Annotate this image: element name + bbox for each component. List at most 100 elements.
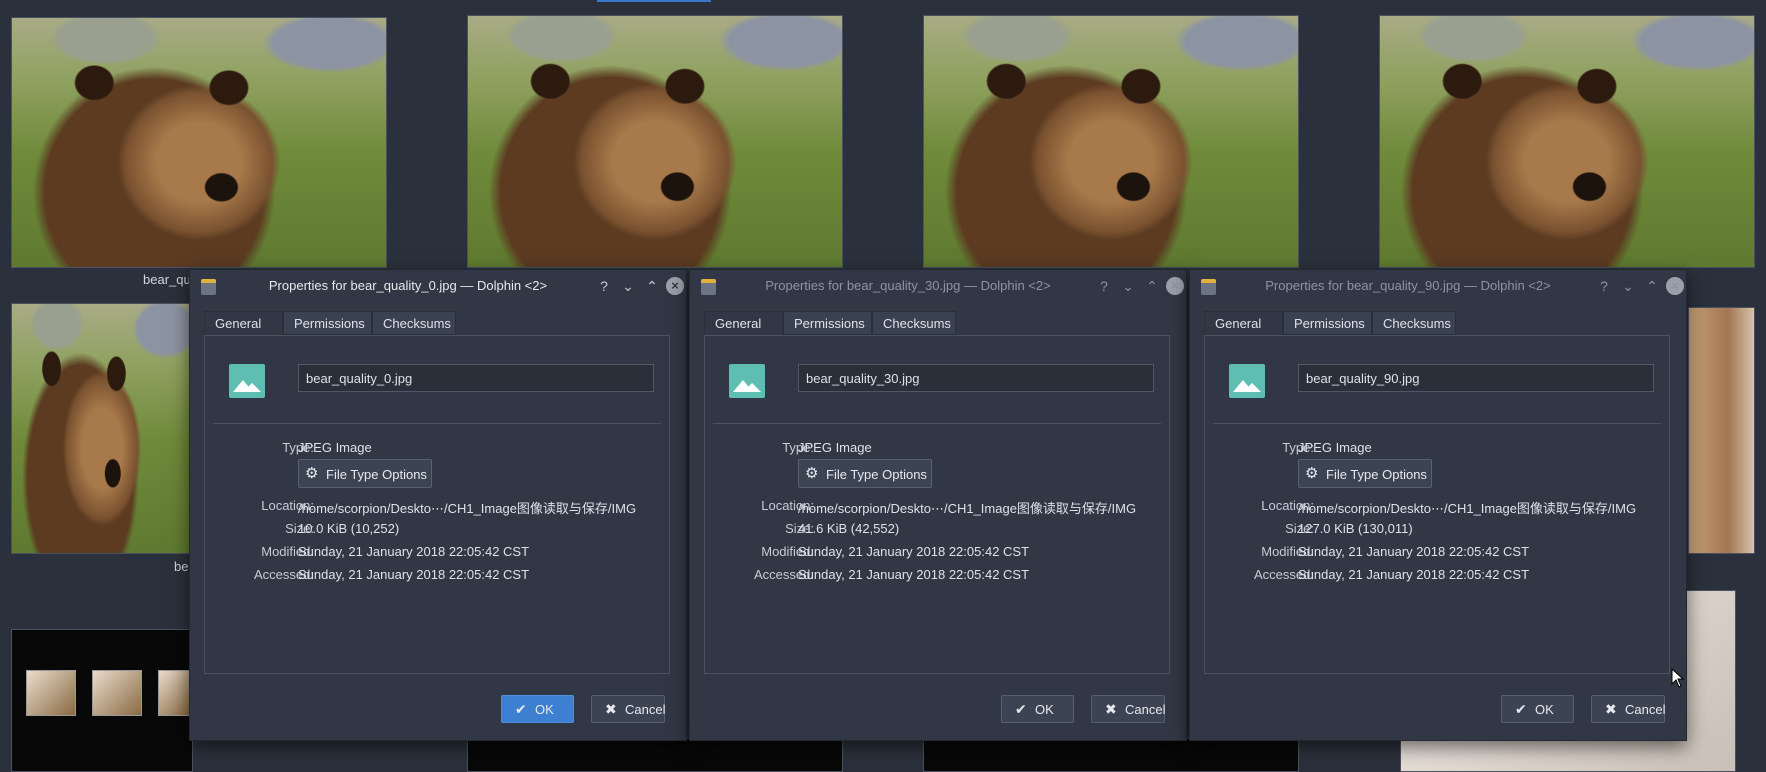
filename-field[interactable] (798, 364, 1154, 392)
file-type-options-button[interactable]: ⚙ File Type Options (798, 459, 932, 488)
window-title: Properties for bear_quality_90.jpg — Dol… (1265, 278, 1551, 293)
filename-field[interactable] (1298, 364, 1654, 392)
ok-label: OK (535, 702, 554, 717)
bear-thumbnail[interactable] (11, 303, 193, 554)
accessed-value: Sunday, 21 January 2018 22:05:42 CST (298, 567, 530, 582)
tab-permissions[interactable]: Permissions (783, 311, 872, 335)
cancel-button[interactable]: ✖ Cancel (591, 695, 665, 723)
window-title: Properties for bear_quality_30.jpg — Dol… (765, 278, 1051, 293)
general-panel: Type: JPEG Image ⚙ File Type Options Loc… (1204, 335, 1670, 674)
divider (1213, 423, 1661, 424)
properties-dialog: Properties for bear_quality_90.jpg — Dol… (1189, 269, 1687, 741)
modified-value: Sunday, 21 January 2018 22:05:42 CST (1298, 544, 1530, 559)
screenshot-thumbnail[interactable] (11, 629, 193, 772)
thumbnail-caption: bear_qu (143, 272, 191, 287)
size-value: 127.0 KiB (130,011) (1298, 521, 1413, 536)
file-type-options-button[interactable]: ⚙ File Type Options (1298, 459, 1432, 488)
mini-image (158, 670, 190, 716)
ok-button[interactable]: ✔ OK (1501, 695, 1574, 723)
filename-field[interactable] (298, 364, 654, 392)
tab-general[interactable]: General (704, 311, 783, 337)
maximize-icon[interactable]: ⌃ (1642, 276, 1662, 296)
tab-permissions[interactable]: Permissions (1283, 311, 1372, 335)
x-icon: ✖ (1105, 701, 1117, 717)
cat-thumbnail[interactable] (1688, 307, 1755, 554)
location-value: /home/scorpion/Deskto⋯/CH1_Image图像读取与保存/… (798, 501, 1137, 516)
image-file-icon (729, 364, 765, 398)
dolphin-app-icon (201, 279, 216, 295)
bear-thumbnail[interactable] (1379, 15, 1755, 268)
file-type-options-label: File Type Options (1326, 467, 1427, 482)
type-value: JPEG Image (798, 440, 872, 455)
image-file-icon (229, 364, 265, 398)
gear-icon: ⚙ (305, 465, 319, 482)
cancel-label: Cancel (1125, 702, 1166, 717)
file-type-options-label: File Type Options (826, 467, 927, 482)
cancel-label: Cancel (1625, 702, 1666, 717)
size-value: 41.6 KiB (42,552) (798, 521, 900, 536)
bear-thumbnail[interactable] (11, 17, 387, 268)
tab-checksums[interactable]: Checksums (1372, 311, 1456, 335)
help-icon[interactable]: ? (1094, 276, 1114, 296)
modified-value: Sunday, 21 January 2018 22:05:42 CST (798, 544, 1030, 559)
screenshot-thumbnail[interactable] (467, 738, 843, 772)
properties-dialog: Properties for bear_quality_0.jpg — Dolp… (189, 269, 687, 741)
general-panel: Type: JPEG Image ⚙ File Type Options Loc… (204, 335, 670, 674)
gear-icon: ⚙ (1305, 465, 1319, 482)
mouse-pointer-icon (1671, 668, 1685, 688)
gear-icon: ⚙ (805, 465, 819, 482)
window-title: Properties for bear_quality_0.jpg — Dolp… (268, 278, 548, 293)
type-value: JPEG Image (1298, 440, 1372, 455)
checkmark-icon: ✔ (515, 701, 527, 717)
divider (213, 423, 661, 424)
title-bar[interactable]: Properties for bear_quality_30.jpg — Dol… (690, 270, 1186, 302)
dolphin-app-icon (701, 279, 716, 295)
tab-checksums[interactable]: Checksums (872, 311, 956, 335)
minimize-icon[interactable]: ⌄ (1618, 276, 1638, 296)
ok-label: OK (1035, 702, 1054, 717)
bear-thumbnail[interactable] (923, 15, 1299, 268)
ok-label: OK (1535, 702, 1554, 717)
ok-button[interactable]: ✔ OK (501, 695, 574, 723)
bear-thumbnail[interactable] (467, 15, 843, 268)
title-bar[interactable]: Properties for bear_quality_90.jpg — Dol… (1190, 270, 1686, 302)
tab-permissions[interactable]: Permissions (283, 311, 372, 335)
file-type-options-label: File Type Options (326, 467, 427, 482)
properties-dialog: Properties for bear_quality_30.jpg — Dol… (689, 269, 1187, 741)
close-icon[interactable]: × (1166, 277, 1184, 295)
x-icon: ✖ (1605, 701, 1617, 717)
close-icon[interactable]: × (666, 277, 684, 295)
size-value: 10.0 KiB (10,252) (298, 521, 400, 536)
cancel-button[interactable]: ✖ Cancel (1591, 695, 1665, 723)
help-icon[interactable]: ? (1594, 276, 1614, 296)
general-panel: Type: JPEG Image ⚙ File Type Options Loc… (704, 335, 1170, 674)
file-type-options-button[interactable]: ⚙ File Type Options (298, 459, 432, 488)
image-file-icon (1229, 364, 1265, 398)
accessed-value: Sunday, 21 January 2018 22:05:42 CST (1298, 567, 1530, 582)
mini-image (92, 670, 142, 716)
dolphin-app-icon (1201, 279, 1216, 295)
mini-image (26, 670, 76, 716)
tab-general[interactable]: General (1204, 311, 1283, 337)
x-icon: ✖ (605, 701, 617, 717)
minimize-icon[interactable]: ⌄ (618, 276, 638, 296)
screenshot-thumbnail[interactable] (923, 738, 1299, 772)
tab-general[interactable]: General (204, 311, 283, 337)
modified-value: Sunday, 21 January 2018 22:05:42 CST (298, 544, 530, 559)
location-value: /home/scorpion/Deskto⋯/CH1_Image图像读取与保存/… (1298, 501, 1637, 516)
cancel-label: Cancel (625, 702, 666, 717)
title-bar[interactable]: Properties for bear_quality_0.jpg — Dolp… (190, 270, 686, 302)
accessed-value: Sunday, 21 January 2018 22:05:42 CST (798, 567, 1030, 582)
cancel-button[interactable]: ✖ Cancel (1091, 695, 1165, 723)
maximize-icon[interactable]: ⌃ (1142, 276, 1162, 296)
maximize-icon[interactable]: ⌃ (642, 276, 662, 296)
close-icon[interactable]: × (1666, 277, 1684, 295)
location-value: /home/scorpion/Deskto⋯/CH1_Image图像读取与保存/… (298, 501, 637, 516)
thumbnail-caption: be (174, 559, 189, 574)
ok-button[interactable]: ✔ OK (1001, 695, 1074, 723)
help-icon[interactable]: ? (594, 276, 614, 296)
minimize-icon[interactable]: ⌄ (1118, 276, 1138, 296)
checkmark-icon: ✔ (1515, 701, 1527, 717)
tab-checksums[interactable]: Checksums (372, 311, 456, 335)
checkmark-icon: ✔ (1015, 701, 1027, 717)
